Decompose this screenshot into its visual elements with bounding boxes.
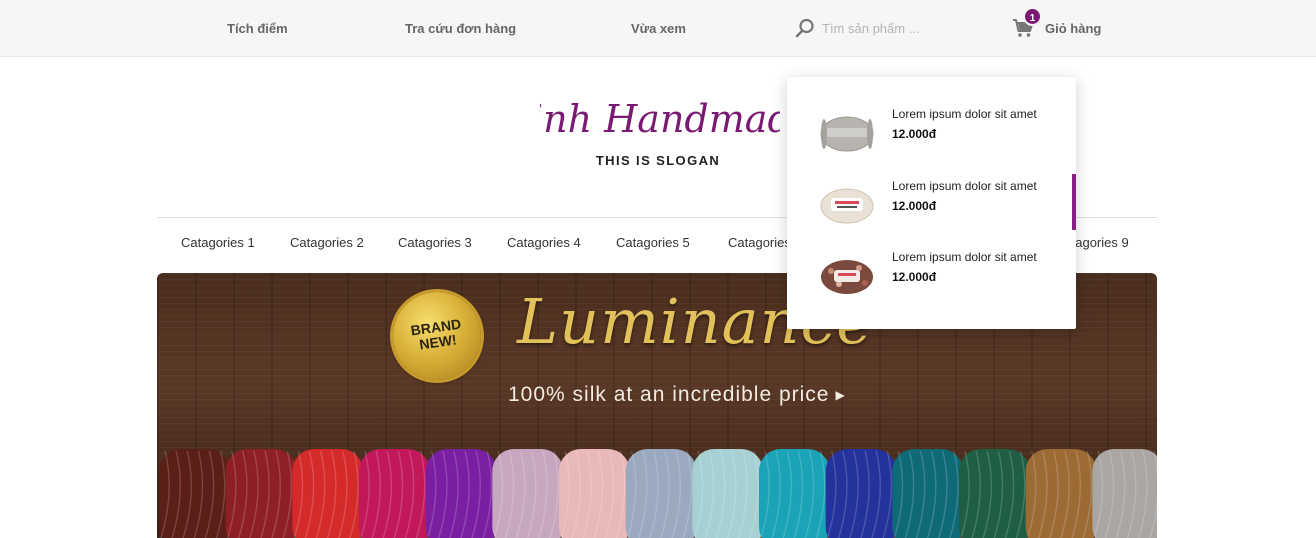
nav-link-points[interactable]: Tích điểm <box>227 0 288 57</box>
cart-item-price: 12.000đ <box>892 199 937 213</box>
yarn-skein <box>559 449 630 538</box>
yarn-skeins-image <box>159 449 1157 538</box>
product-thumbnail <box>820 116 874 152</box>
yarn-skein <box>225 449 297 538</box>
cart-count-badge: 1 <box>1023 7 1042 26</box>
cart-item-name: Lorem ipsum dolor sit amet <box>892 107 1037 121</box>
yarn-skein <box>292 449 363 538</box>
cart-item[interactable]: Lorem ipsum dolor sit amet 12.000đ <box>787 169 1076 239</box>
cart-button[interactable]: 1 Giỏ hàng <box>1012 0 1112 57</box>
yarn-skein <box>959 449 1030 538</box>
top-bar: Tích điểm Tra cứu đơn hàng Vừa xem 1 Giỏ… <box>0 0 1316 57</box>
logo-image: Linh Handmade <box>505 97 815 141</box>
play-arrow-icon: ▶ <box>835 388 846 402</box>
yarn-skein <box>1025 449 1097 538</box>
banner-subline-link[interactable]: 100% silk at an incredible price ▶ <box>508 383 846 407</box>
banner-subline-text: 100% silk at an incredible price <box>508 383 830 406</box>
yarn-skein <box>159 449 230 538</box>
yarn-skein <box>892 449 963 538</box>
seal-text: BRAND NEW! <box>409 315 463 353</box>
yarn-skeins <box>159 449 1157 538</box>
cart-dropdown: Lorem ipsum dolor sit amet 12.000đ Lorem… <box>787 77 1076 329</box>
cart-item-name: Lorem ipsum dolor sit amet <box>892 250 1037 264</box>
yarn-skein <box>825 449 897 538</box>
category-item-6[interactable]: Catagories <box>728 218 791 268</box>
nav-link-order-lookup[interactable]: Tra cứu đơn hàng <box>405 0 516 57</box>
cart-item-price: 12.000đ <box>892 270 937 284</box>
yarn-skein <box>759 449 830 538</box>
product-thumbnail <box>820 188 874 224</box>
category-item-2[interactable]: Catagories 2 <box>290 218 364 268</box>
site-logo[interactable]: Linh Handmade <box>505 92 815 142</box>
yarn-skein <box>359 449 430 538</box>
dropdown-scrollbar[interactable] <box>1072 174 1076 230</box>
category-item-5[interactable]: Catagories 5 <box>616 218 690 268</box>
yarn-skein <box>692 449 763 538</box>
yarn-skein <box>625 449 697 538</box>
yarn-skein <box>1092 449 1157 538</box>
category-item-4[interactable]: Catagories 4 <box>507 218 581 268</box>
search-icon[interactable] <box>795 18 815 38</box>
cart-label: Giỏ hàng <box>1045 21 1102 36</box>
cart-item[interactable]: Lorem ipsum dolor sit amet 12.000đ <box>787 97 1076 167</box>
site-slogan: THIS IS SLOGAN <box>595 153 721 168</box>
nav-link-recently-viewed[interactable]: Vừa xem <box>631 0 686 57</box>
product-thumbnail <box>821 260 873 294</box>
brand-new-seal: BRAND NEW! <box>393 292 481 380</box>
category-item-1[interactable]: Catagories 1 <box>181 218 255 268</box>
cart-item-price: 12.000đ <box>892 127 937 141</box>
yarn-skein <box>425 449 497 538</box>
yarn-skein <box>492 449 563 538</box>
logo-text: Linh Handmade <box>540 97 780 141</box>
cart-item-name: Lorem ipsum dolor sit amet <box>892 179 1037 193</box>
category-item-3[interactable]: Catagories 3 <box>398 218 472 268</box>
search-input[interactable] <box>822 17 982 39</box>
cart-item[interactable]: Lorem ipsum dolor sit amet 12.000đ <box>787 240 1076 310</box>
